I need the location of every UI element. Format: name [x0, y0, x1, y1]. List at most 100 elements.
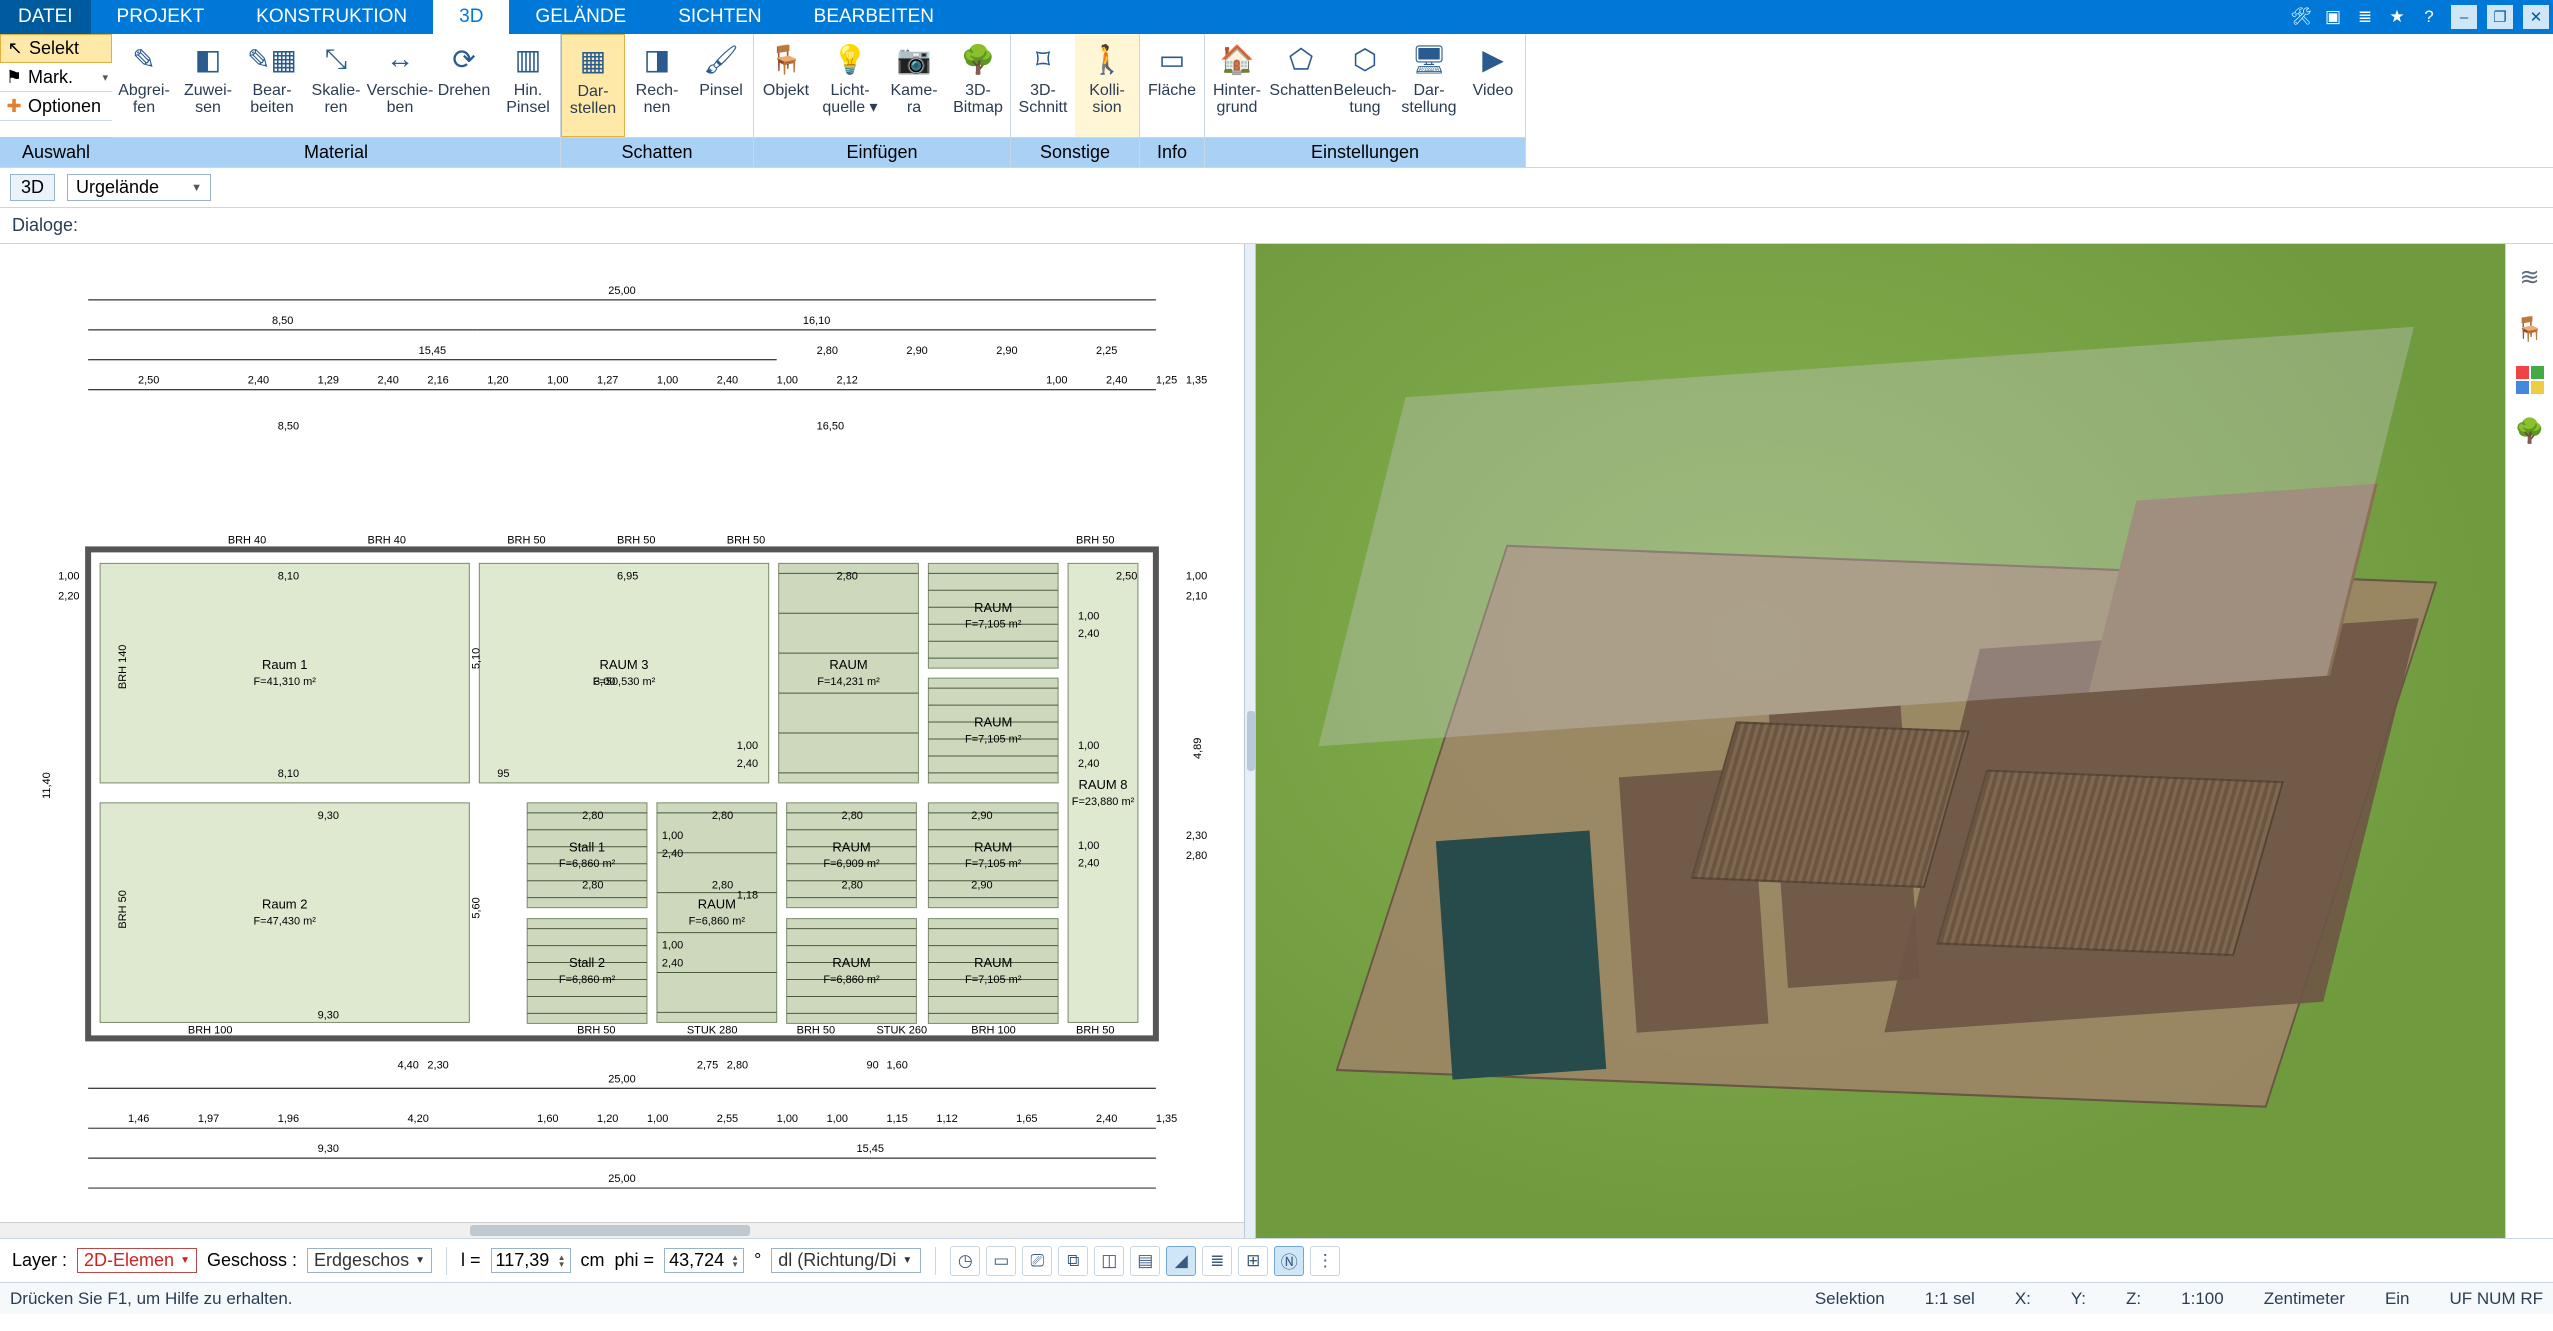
room-rect[interactable]: [928, 563, 1058, 668]
mark-tool[interactable]: ⚑ Mark. ▾: [0, 63, 112, 92]
mode-combo[interactable]: dl (Richtung/Di▼: [771, 1248, 921, 1273]
menu-icon[interactable]: ⋮: [1310, 1246, 1340, 1276]
svg-text:2,40: 2,40: [378, 375, 399, 387]
selekt-tool[interactable]: ↖ Selekt: [0, 34, 112, 63]
room-rect[interactable]: [100, 563, 469, 783]
ribbon-item-video[interactable]: ▶Video: [1461, 34, 1525, 137]
phi-input[interactable]: 43,724▲▼: [664, 1248, 744, 1273]
svg-text:1,60: 1,60: [886, 1059, 907, 1071]
room-rect[interactable]: [787, 919, 917, 1024]
grid-icon[interactable]: ⊞: [1238, 1246, 1268, 1276]
clock-icon[interactable]: ◷: [950, 1246, 980, 1276]
shade-icon[interactable]: ◢: [1166, 1246, 1196, 1276]
layer-icon[interactable]: ≣: [1202, 1246, 1232, 1276]
hatch-icon[interactable]: ▤: [1130, 1246, 1160, 1276]
ribbon-group-info: ▭FlächeInfo: [1140, 34, 1205, 167]
copy-icon[interactable]: ⧉: [1058, 1246, 1088, 1276]
ribbon-item-darstellung[interactable]: 🖥Dar- stellung: [1397, 34, 1461, 137]
length-input[interactable]: 117,39▲▼: [491, 1248, 571, 1273]
floorplan-pane[interactable]: Raum 1F=41,310 m²Raum 2F=47,430 m²RAUM 3…: [0, 244, 1244, 1238]
ribbon-item-objekt[interactable]: 🪑Objekt: [754, 34, 818, 137]
ribbon-item-pinsel[interactable]: 🖌Pinsel: [689, 34, 753, 137]
tree-icon[interactable]: 🌳: [2515, 416, 2545, 446]
ribbon-item-schatten[interactable]: ⬠Schatten: [1269, 34, 1333, 137]
svg-text:2,80: 2,80: [842, 810, 863, 822]
room-rect[interactable]: [928, 803, 1058, 908]
ribbon-item-dschnitt[interactable]: ⌑3D- Schnitt: [1011, 34, 1075, 137]
floorplan-canvas[interactable]: Raum 1F=41,310 m²Raum 2F=47,430 m²RAUM 3…: [30, 260, 1224, 1218]
ribbon-item-hintergrund[interactable]: 🏠Hinter- grund: [1205, 34, 1269, 137]
ribbon-item-icon: ▶: [1474, 40, 1512, 78]
screen-icon[interactable]: ▭: [986, 1246, 1016, 1276]
layers-icon[interactable]: ≋: [2515, 262, 2545, 292]
menu-tab-3d[interactable]: 3D: [433, 0, 509, 34]
ribbon-item-skalieren[interactable]: ⤡Skalie- ren: [304, 34, 368, 137]
ribbon-item-kollision[interactable]: 🚶Kolli- sion: [1075, 34, 1139, 137]
star-icon[interactable]: ★: [2385, 5, 2409, 29]
ribbon-group-label: Schatten: [561, 137, 753, 167]
svg-text:BRH 140: BRH 140: [117, 645, 129, 690]
ribbon-item-drehen[interactable]: ⟳Drehen: [432, 34, 496, 137]
menu-tab-bearbeiten[interactable]: BEARBEITEN: [788, 0, 960, 34]
close-button[interactable]: ✕: [2523, 5, 2549, 29]
svg-text:15,45: 15,45: [857, 1143, 884, 1155]
ribbon-item-dbitmap[interactable]: 🌳3D- Bitmap: [946, 34, 1010, 137]
scrollbar-thumb[interactable]: [470, 1225, 750, 1236]
svg-text:1,00: 1,00: [657, 375, 678, 387]
ribbon-item-verschieben[interactable]: ↔Verschie- ben: [368, 34, 432, 137]
view-3d-button[interactable]: 3D: [10, 174, 55, 201]
layer-combo[interactable]: 2D-Elemen▼: [77, 1248, 197, 1273]
ribbon-item-label: Hinter- grund: [1213, 82, 1261, 116]
ribbon-item-zuweisen[interactable]: ◧Zuwei- sen: [176, 34, 240, 137]
svg-text:2,80: 2,80: [582, 880, 603, 892]
splitter-grip[interactable]: [1247, 711, 1255, 771]
menu-file[interactable]: DATEI: [0, 0, 91, 34]
menu-tab-projekt[interactable]: PROJEKT: [91, 0, 231, 34]
ribbon-item-abgreifen[interactable]: ✎Abgrei- fen: [112, 34, 176, 137]
terrain-combo[interactable]: Urgelände ▼: [67, 174, 211, 201]
ribbon-item-rechnen[interactable]: ◨Rech- nen: [625, 34, 689, 137]
room-rect[interactable]: [779, 563, 919, 783]
svg-text:2,50: 2,50: [1116, 570, 1137, 582]
svg-text:2,10: 2,10: [1186, 590, 1207, 602]
room-rect[interactable]: [928, 919, 1058, 1024]
palette-icon[interactable]: [2516, 366, 2544, 394]
tools-icon[interactable]: 🛠: [2289, 5, 2313, 29]
pane-splitter[interactable]: [1244, 244, 1256, 1238]
room-rect[interactable]: [928, 678, 1058, 783]
ribbon-item-hinpinsel[interactable]: ▥Hin. Pinsel: [496, 34, 560, 137]
furniture-icon[interactable]: 🪑: [2515, 314, 2545, 344]
phi-unit: °: [754, 1250, 761, 1271]
camera-icon[interactable]: ⎚: [1022, 1246, 1052, 1276]
overlay-icon[interactable]: ◫: [1094, 1246, 1124, 1276]
svg-text:25,00: 25,00: [608, 1173, 635, 1185]
svg-text:9,30: 9,30: [318, 1009, 339, 1021]
svg-text:BRH 50: BRH 50: [617, 534, 655, 546]
layers-icon[interactable]: ≣: [2353, 5, 2377, 29]
status-selektion: Selektion: [1815, 1289, 1885, 1309]
room-rect[interactable]: [527, 919, 647, 1024]
ribbon-item-flche[interactable]: ▭Fläche: [1140, 34, 1204, 137]
menu-tab-gelände[interactable]: GELÄNDE: [509, 0, 652, 34]
window-icon[interactable]: ▣: [2321, 5, 2345, 29]
room-rect[interactable]: [100, 803, 469, 1023]
geschoss-combo[interactable]: Erdgeschos▼: [307, 1248, 432, 1273]
menu-tab-sichten[interactable]: SICHTEN: [652, 0, 787, 34]
optionen-tool[interactable]: ✚ Optionen: [0, 92, 112, 121]
ribbon-item-bearbeiten[interactable]: ✎▦Bear- beiten: [240, 34, 304, 137]
north-icon[interactable]: Ⓝ: [1274, 1246, 1304, 1276]
minimize-button[interactable]: –: [2451, 5, 2477, 29]
status-unit: Zentimeter: [2264, 1289, 2345, 1309]
ribbon-item-kamera[interactable]: 📷Kame- ra: [882, 34, 946, 137]
floorplan-hscrollbar[interactable]: [0, 1222, 1244, 1238]
help-icon[interactable]: ?: [2417, 5, 2441, 29]
ribbon-item-darstellen[interactable]: ▦Dar- stellen: [561, 34, 625, 137]
ribbon-item-lichtquelle[interactable]: 💡Licht- quelle ▾: [818, 34, 882, 137]
room-rect[interactable]: [479, 563, 768, 783]
svg-text:8,50: 8,50: [278, 421, 299, 433]
maximize-button[interactable]: ❐: [2487, 5, 2513, 29]
ribbon-group-einstellungen: 🏠Hinter- grund⬠Schatten⬡Beleuch- tung🖥Da…: [1205, 34, 1526, 167]
ribbon-item-beleuchtung[interactable]: ⬡Beleuch- tung: [1333, 34, 1397, 137]
menu-tab-konstruktion[interactable]: KONSTRUKTION: [230, 0, 433, 34]
viewport-3d[interactable]: [1256, 244, 2505, 1238]
